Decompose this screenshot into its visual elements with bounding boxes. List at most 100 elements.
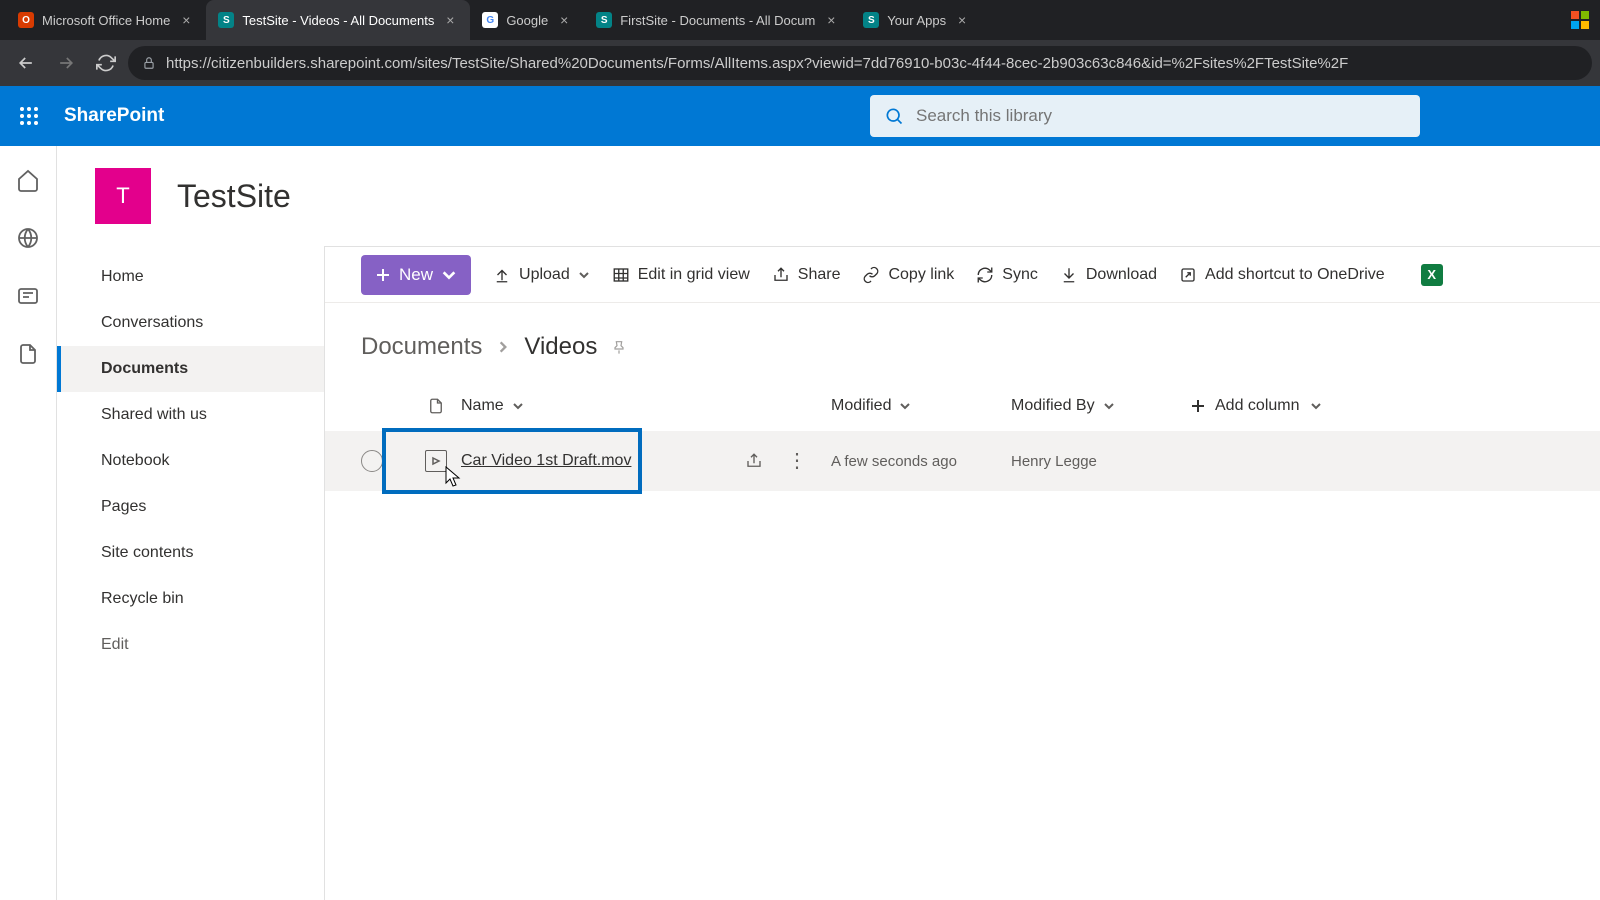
favicon: O (18, 12, 34, 28)
app-launcher-button[interactable] (0, 86, 58, 146)
breadcrumb-current: Videos (524, 333, 597, 361)
download-button[interactable]: Download (1060, 266, 1157, 284)
browser-tab-3[interactable]: S FirstSite - Documents - All Docum × (584, 0, 851, 40)
add-shortcut-button[interactable]: Add shortcut to OneDrive (1179, 266, 1385, 284)
pin-icon[interactable] (611, 339, 627, 355)
sync-icon (976, 266, 994, 284)
favicon: S (863, 12, 879, 28)
close-icon[interactable]: × (556, 12, 572, 28)
plus-icon (375, 267, 391, 283)
files-icon[interactable] (16, 342, 40, 366)
copy-link-label: Copy link (888, 266, 954, 284)
tab-title: TestSite - Videos - All Documents (242, 13, 434, 28)
news-icon[interactable] (16, 284, 40, 308)
browser-tab-1[interactable]: S TestSite - Videos - All Documents × (206, 0, 470, 40)
search-box[interactable] (870, 95, 1420, 137)
tab-title: Your Apps (887, 13, 946, 28)
home-icon[interactable] (16, 168, 40, 192)
site-logo[interactable]: T (95, 168, 151, 224)
video-file-icon (425, 450, 447, 472)
nav-shared[interactable]: Shared with us (57, 392, 324, 438)
modified-by-column-header[interactable]: Modified By (1011, 397, 1191, 415)
browser-tab-0[interactable]: O Microsoft Office Home × (6, 0, 206, 40)
share-icon (772, 266, 790, 284)
share-button[interactable]: Share (772, 266, 841, 284)
download-label: Download (1086, 266, 1157, 284)
close-icon[interactable]: × (178, 12, 194, 28)
command-bar: New Upload Edit in grid view Shar (325, 247, 1600, 303)
nav-edit[interactable]: Edit (57, 622, 324, 668)
row-modified-by: Henry Legge (1011, 453, 1191, 470)
breadcrumb: Documents Videos (325, 303, 1600, 381)
grid-icon (612, 266, 630, 284)
tab-title: Google (506, 13, 548, 28)
breadcrumb-parent[interactable]: Documents (361, 333, 482, 361)
copy-link-button[interactable]: Copy link (862, 266, 954, 284)
link-icon (862, 266, 880, 284)
close-icon[interactable]: × (823, 12, 839, 28)
more-actions-button[interactable]: ⋮ (787, 451, 807, 471)
back-button[interactable] (8, 45, 44, 81)
tab-title: FirstSite - Documents - All Docum (620, 13, 815, 28)
excel-icon[interactable]: X (1421, 264, 1443, 286)
browser-tab-2[interactable]: G Google × (470, 0, 584, 40)
chevron-right-icon (496, 340, 510, 354)
nav-notebook[interactable]: Notebook (57, 438, 324, 484)
row-select-toggle[interactable] (361, 450, 383, 472)
name-column-label: Name (461, 397, 504, 415)
nav-recycle-bin[interactable]: Recycle bin (57, 576, 324, 622)
nav-conversations[interactable]: Conversations (57, 300, 324, 346)
upload-button[interactable]: Upload (493, 266, 590, 284)
favicon: G (482, 12, 498, 28)
nav-pages[interactable]: Pages (57, 484, 324, 530)
nav-home[interactable]: Home (57, 254, 324, 300)
search-input[interactable] (916, 106, 1406, 126)
close-icon[interactable]: × (954, 12, 970, 28)
brand-label[interactable]: SharePoint (58, 105, 164, 127)
favicon: S (218, 12, 234, 28)
share-row-icon[interactable] (745, 452, 763, 470)
lock-icon (142, 56, 156, 70)
chevron-down-icon (512, 400, 524, 412)
add-column-button[interactable]: Add column (1191, 397, 1322, 415)
browser-tab-4[interactable]: S Your Apps × (851, 0, 982, 40)
windows-tiles-icon[interactable] (1560, 0, 1600, 40)
close-icon[interactable]: × (442, 12, 458, 28)
edit-grid-button[interactable]: Edit in grid view (612, 266, 750, 284)
sync-button[interactable]: Sync (976, 266, 1038, 284)
modified-column-header[interactable]: Modified (831, 397, 1011, 415)
new-button[interactable]: New (361, 255, 471, 295)
sync-label: Sync (1002, 266, 1038, 284)
nav-documents[interactable]: Documents (57, 346, 324, 392)
chevron-down-icon (899, 400, 911, 412)
chevron-down-icon (1310, 400, 1322, 412)
edit-grid-label: Edit in grid view (638, 266, 750, 284)
name-column-header[interactable]: Name (461, 397, 831, 415)
modified-column-label: Modified (831, 397, 891, 415)
browser-tab-strip: O Microsoft Office Home × S TestSite - V… (0, 0, 1600, 40)
file-name-link[interactable]: Car Video 1st Draft.mov (461, 452, 721, 470)
chevron-down-icon (1103, 400, 1115, 412)
site-name[interactable]: TestSite (177, 178, 291, 215)
tab-title: Microsoft Office Home (42, 13, 170, 28)
add-column-label: Add column (1215, 397, 1300, 415)
globe-icon[interactable] (16, 226, 40, 250)
upload-label: Upload (519, 266, 570, 284)
chevron-down-icon (578, 269, 590, 281)
forward-button[interactable] (48, 45, 84, 81)
new-label: New (399, 265, 433, 285)
upload-icon (493, 266, 511, 284)
reload-button[interactable] (88, 45, 124, 81)
file-type-column[interactable] (411, 397, 461, 415)
left-nav: Home Conversations Documents Shared with… (57, 246, 325, 900)
app-rail (0, 146, 57, 900)
url-text: https://citizenbuilders.sharepoint.com/s… (166, 55, 1348, 72)
table-row[interactable]: Car Video 1st Draft.mov ⋮ A few seconds … (325, 431, 1600, 491)
address-bar[interactable]: https://citizenbuilders.sharepoint.com/s… (128, 46, 1592, 80)
nav-site-contents[interactable]: Site contents (57, 530, 324, 576)
row-modified: A few seconds ago (831, 453, 1011, 470)
chevron-down-icon (441, 267, 457, 283)
share-label: Share (798, 266, 841, 284)
favicon: S (596, 12, 612, 28)
shortcut-label: Add shortcut to OneDrive (1205, 266, 1385, 284)
